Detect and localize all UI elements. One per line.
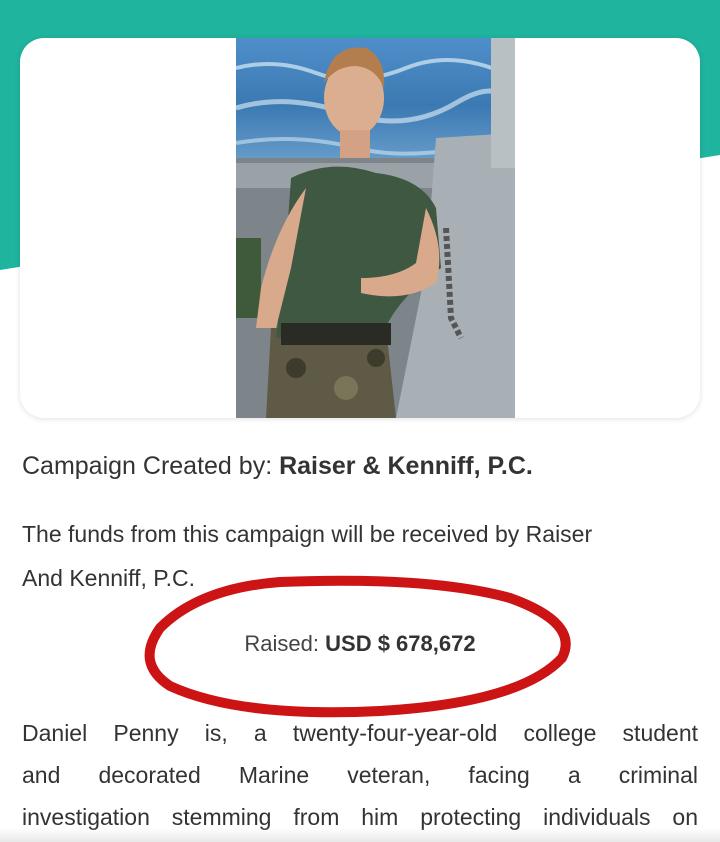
campaign-photo: [236, 38, 515, 418]
bottom-fade: [0, 828, 720, 842]
campaign-creator: Campaign Created by: Raiser & Kenniff, P…: [22, 452, 533, 481]
creator-prefix: Campaign Created by:: [22, 452, 280, 480]
description-line-1: Daniel Penny is, a twenty-four-year-old …: [22, 720, 698, 746]
campaign-photo-card: [20, 38, 700, 418]
campaign-description: Daniel Penny is, a twenty-four-year-old …: [22, 712, 698, 838]
creator-name: Raiser & Kenniff, P.C.: [279, 452, 533, 480]
red-circle-annotation: [144, 575, 571, 718]
description-line-2: and decorated Marine veteran, facing a c…: [22, 762, 698, 788]
funds-line-1: The funds from this campaign will be rec…: [22, 521, 593, 547]
